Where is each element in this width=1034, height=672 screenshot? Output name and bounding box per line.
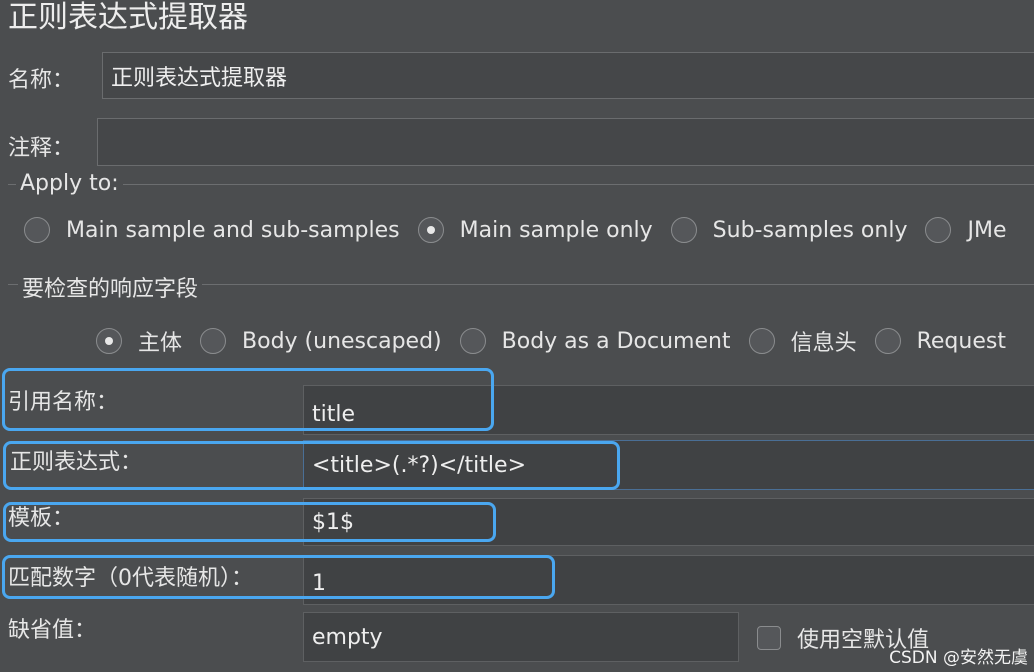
- radio-button-icon: [24, 217, 50, 243]
- default-value-input[interactable]: empty: [303, 612, 739, 662]
- response-request-option[interactable]: Request: [874, 328, 1006, 354]
- response-body-unescaped-option[interactable]: Body (unescaped): [200, 328, 442, 354]
- option-label: Body (unescaped): [242, 328, 442, 354]
- option-label: Main sample and sub-samples: [66, 217, 400, 243]
- option-label: Main sample only: [459, 217, 653, 243]
- radio-button-icon: [200, 328, 227, 354]
- radio-button-icon: [670, 217, 697, 243]
- checkbox-icon[interactable]: [757, 626, 781, 650]
- response-headers-option[interactable]: 信息头: [748, 325, 857, 357]
- apply-main-and-sub-option[interactable]: Main sample and sub-samples: [24, 217, 400, 243]
- radio-button-icon: [925, 217, 952, 243]
- apply-to-separator: [8, 184, 1034, 185]
- match-no-input[interactable]: 1: [303, 555, 1034, 605]
- watermark: CSDN @安然无虞: [889, 648, 1028, 668]
- apply-to-label: Apply to:: [16, 171, 123, 196]
- comment-input[interactable]: [97, 118, 1034, 166]
- name-label: 名称：: [8, 68, 75, 93]
- radio-button-icon: [748, 328, 775, 354]
- radio-button-selected-icon: [417, 217, 444, 243]
- option-label: Sub-samples only: [712, 217, 908, 243]
- apply-to-options: Main sample and sub-samples Main sample …: [24, 217, 1024, 243]
- regex-input[interactable]: <title>(.*?)</title>: [303, 440, 1034, 490]
- radio-button-icon: [874, 328, 901, 354]
- response-body-document-option[interactable]: Body as a Document: [459, 328, 731, 354]
- default-value-label: 缺省值：: [8, 618, 97, 643]
- radio-button-icon: [459, 328, 486, 354]
- apply-main-only-option[interactable]: Main sample only: [417, 217, 653, 243]
- option-label: 信息头: [790, 331, 857, 356]
- option-label: JMe: [967, 217, 1007, 243]
- ref-name-label: 引用名称：: [8, 390, 119, 415]
- template-input[interactable]: $1$: [303, 498, 1034, 546]
- option-label: Body as a Document: [501, 328, 731, 354]
- name-input[interactable]: 正则表达式提取器: [102, 52, 1034, 99]
- option-label: Request: [916, 328, 1006, 354]
- option-label: 主体: [138, 331, 183, 356]
- comment-label: 注释：: [8, 136, 75, 161]
- response-body-option[interactable]: 主体: [96, 325, 182, 357]
- response-field-options: 主体 Body (unescaped) Body as a Document 信…: [96, 325, 1024, 357]
- radio-button-selected-icon: [96, 328, 122, 354]
- page-title: 正则表达式提取器: [8, 0, 248, 35]
- apply-jmeter-variable-option[interactable]: JMe: [925, 217, 1006, 243]
- regex-label: 正则表达式：: [10, 450, 143, 475]
- apply-sub-only-option[interactable]: Sub-samples only: [670, 217, 908, 243]
- template-label: 模板：: [8, 506, 75, 531]
- regex-extractor-panel: 正则表达式提取器 名称： 正则表达式提取器 注释： Apply to: Main…: [0, 0, 1034, 672]
- response-field-label: 要检查的响应字段: [18, 271, 203, 303]
- match-no-label: 匹配数字（0代表随机）：: [8, 566, 253, 591]
- ref-name-input[interactable]: title: [303, 385, 1034, 435]
